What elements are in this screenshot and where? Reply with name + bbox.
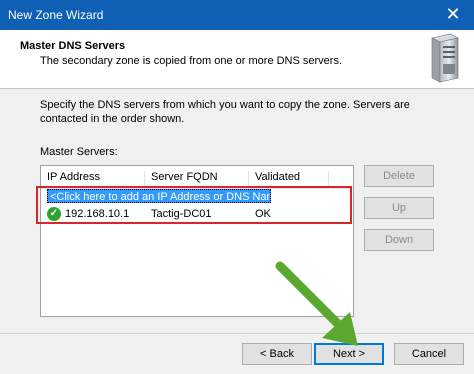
table-row[interactable]: ✓ 192.168.10.1 Tactig-DC01 OK [41, 204, 353, 224]
check-icon: ✓ [47, 207, 61, 221]
server-fqdn: Tactig-DC01 [151, 208, 212, 220]
next-button[interactable]: Next > [314, 343, 384, 365]
cancel-button[interactable]: Cancel [394, 343, 464, 365]
page-subtitle: The secondary zone is copied from one or… [40, 55, 343, 67]
column-header-ip[interactable]: IP Address [41, 171, 145, 187]
down-button[interactable]: Down [364, 229, 434, 251]
validated-status: OK [255, 208, 271, 220]
server-ip: 192.168.10.1 [65, 208, 130, 220]
close-icon[interactable]: ✕ [442, 3, 464, 25]
up-button[interactable]: Up [364, 197, 434, 219]
add-server-prompt[interactable]: <Click here to add an IP Address or DNS … [47, 189, 271, 203]
page-title: Master DNS Servers [20, 40, 126, 52]
server-icon [431, 33, 459, 83]
window-title: New Zone Wizard [8, 8, 104, 22]
intro-text: Specify the DNS servers from which you w… [40, 99, 410, 125]
back-button[interactable]: < Back [242, 343, 312, 365]
title-bar: New Zone Wizard ✕ [0, 0, 474, 30]
footer-divider [0, 333, 474, 334]
wizard-header: Master DNS Servers The secondary zone is… [0, 30, 474, 89]
master-servers-list[interactable]: IP Address Server FQDN Validated <Click … [40, 165, 354, 317]
delete-button[interactable]: Delete [364, 165, 434, 187]
column-header-validated[interactable]: Validated [249, 171, 329, 187]
master-servers-label: Master Servers: [40, 146, 118, 158]
column-header-row: IP Address Server FQDN Validated [41, 166, 353, 189]
column-header-fqdn[interactable]: Server FQDN [145, 171, 249, 187]
